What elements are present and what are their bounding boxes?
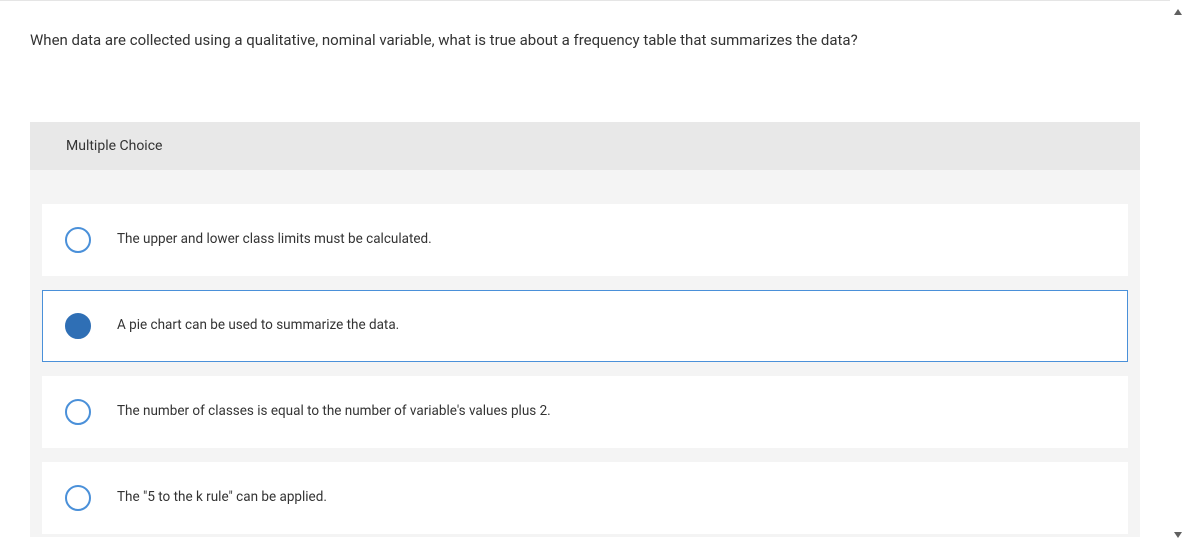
radio-unselected-icon (65, 227, 91, 253)
scroll-up-icon (1173, 2, 1183, 12)
option-4[interactable]: The "5 to the k rule" can be applied. (42, 462, 1128, 534)
options-wrapper: The upper and lower class limits must be… (30, 170, 1140, 538)
content-scroll-area[interactable]: When data are collected using a qualitat… (0, 0, 1170, 537)
option-3-label: The number of classes is equal to the nu… (117, 402, 551, 421)
option-2[interactable]: A pie chart can be used to summarize the… (42, 290, 1128, 362)
radio-selected-icon (65, 313, 91, 339)
option-1[interactable]: The upper and lower class limits must be… (42, 204, 1128, 276)
radio-unselected-icon (65, 485, 91, 511)
option-1-label: The upper and lower class limits must be… (117, 230, 432, 249)
option-3[interactable]: The number of classes is equal to the nu… (42, 376, 1128, 448)
multiple-choice-container: Multiple Choice The upper and lower clas… (30, 122, 1140, 538)
option-2-label: A pie chart can be used to summarize the… (117, 316, 399, 335)
question-text: When data are collected using a qualitat… (30, 29, 1140, 52)
question-panel: When data are collected using a qualitat… (0, 0, 1170, 62)
section-header: Multiple Choice (30, 122, 1140, 170)
option-4-label: The "5 to the k rule" can be applied. (117, 488, 327, 507)
radio-unselected-icon (65, 399, 91, 425)
scroll-down-icon (1173, 525, 1183, 535)
